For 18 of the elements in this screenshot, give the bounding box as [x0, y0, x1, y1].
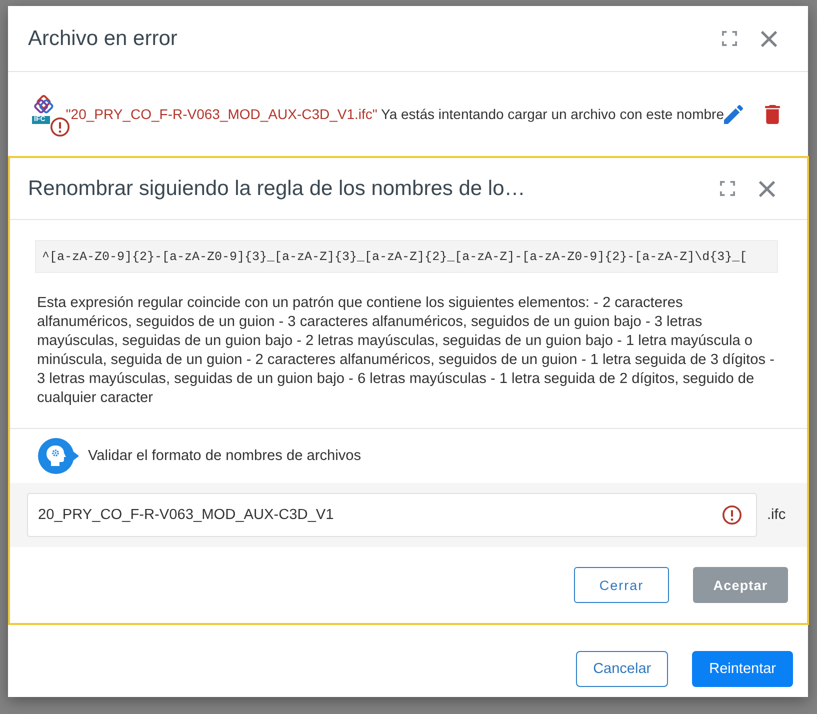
close-button[interactable]: Cerrar — [574, 567, 669, 603]
retry-button[interactable]: Reintentar — [692, 651, 793, 687]
file-error-message: "20_PRY_CO_F-R-V063_MOD_AUX-C3D_V1.ifc" Ya estás intentando cargar un archivo con este nombre — [66, 106, 724, 122]
file-extension: .ifc — [767, 507, 786, 523]
filename-input[interactable]: 20_PRY_CO_F-R-V063_MOD_AUX-C3D_V1 — [27, 493, 757, 537]
dialog-title: Archivo en error — [28, 26, 178, 50]
regex-pattern: ^[a-zA-Z0-9]{2}-[a-zA-Z0-9]{3}_[a-zA-Z]{3}_[a-zA-Z]{2}_[a-zA-Z]-[a-zA-Z0-9]{2}-[a-zA-Z]\d{3}_[ — [35, 240, 778, 273]
fullscreen-icon[interactable] — [722, 31, 737, 46]
close-icon[interactable] — [758, 180, 776, 198]
cancel-button[interactable]: Cancelar — [576, 651, 668, 687]
trash-icon[interactable] — [765, 104, 780, 124]
dialog-title: Renombrar siguiendo la regla de los nombres de lo… — [28, 176, 526, 200]
fullscreen-icon[interactable] — [720, 181, 735, 196]
pencil-icon[interactable] — [724, 104, 743, 124]
pattern-description: Esta expresión regular coincide con un patrón que contiene los siguientes elementos: - 2 caracteres alfanuméricos, seguidos de un guion - 3 caracteres alfanuméricos, seguidos de un guion bajo - 3 letras mayúsculas, seguidas de un guion bajo - 2 letras mayúsculas, seguidas de un guion bajo - 1 letra mayúscula o minúscula, seguida de un guion - 2 caracteres alfanuméricos, seguidos de un guion - 1 letra seguida de 3 dígitos - 3 letras mayúsculas, seguidas de un guion bajo - 6 letras mayúsculas - 1 letra seguida de 2 dígitos, seguido de cualquier caracter — [37, 294, 776, 408]
validate-label: Validar el formato de nombres de archivos — [88, 448, 362, 464]
head-gear-icon — [37, 437, 79, 475]
close-icon[interactable] — [760, 30, 778, 48]
